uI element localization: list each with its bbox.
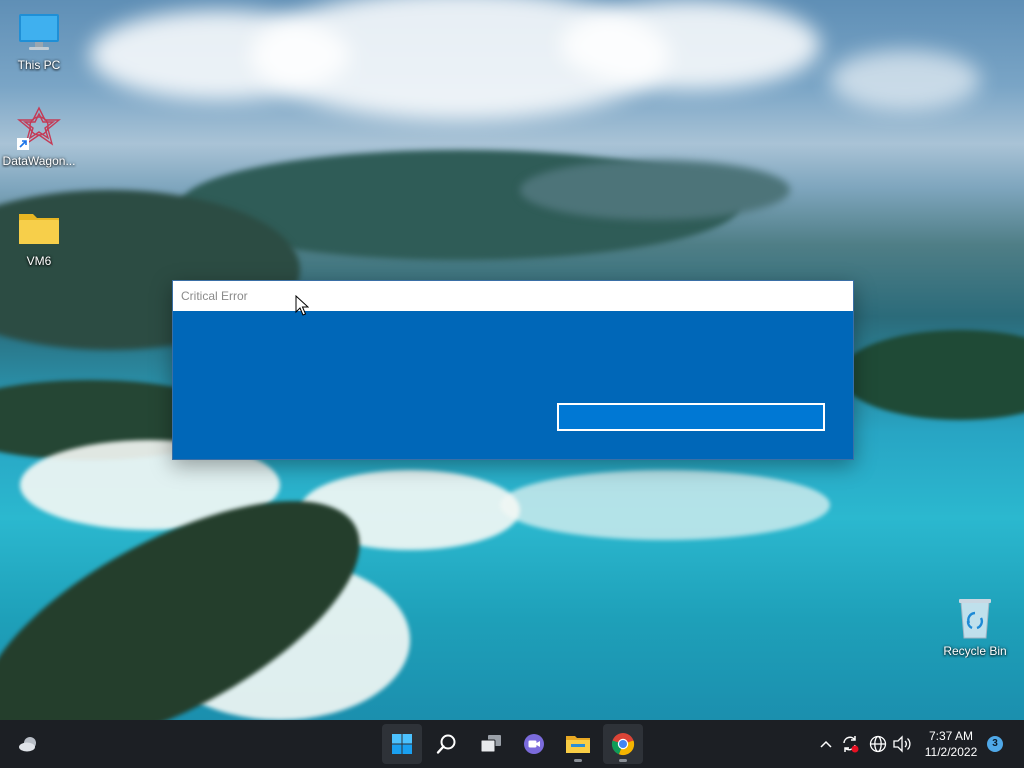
- weather-widget-icon[interactable]: [9, 724, 49, 764]
- monitor-icon: [17, 10, 61, 54]
- desktop-icon-vm6[interactable]: VM6: [1, 206, 77, 268]
- search-icon[interactable]: [427, 724, 467, 764]
- desktop-icon-label: DataWagon...: [2, 154, 76, 168]
- mouse-cursor-icon: [295, 294, 310, 317]
- desktop-icon-datawagon[interactable]: DataWagon...: [1, 106, 77, 168]
- recycle-bin-icon: [953, 596, 997, 640]
- task-view-icon[interactable]: [471, 724, 511, 764]
- desktop-icon-this-pc[interactable]: This PC: [1, 10, 77, 72]
- desktop-wallpaper: This PC DataWagon... VM6 Recycle Bin Cri…: [0, 0, 1024, 720]
- chrome-icon[interactable]: [603, 724, 643, 764]
- desktop-icon-label: VM6: [26, 254, 52, 268]
- chat-icon[interactable]: [514, 724, 554, 764]
- wallpaper-cloud: [830, 50, 980, 110]
- taskbar: 7:37 AM 11/2/2022 3: [0, 720, 1024, 768]
- dialog-action-button[interactable]: [557, 403, 825, 431]
- clock-date: 11/2/2022: [924, 745, 978, 759]
- desktop-icon-label: This PC: [17, 58, 61, 72]
- desktop-icon-recycle-bin[interactable]: Recycle Bin: [937, 596, 1013, 658]
- clock-time: 7:37 AM: [928, 729, 974, 743]
- volume-icon[interactable]: [892, 734, 912, 754]
- wallpaper-mountain: [520, 160, 790, 220]
- wallpaper-island: [840, 330, 1024, 420]
- show-hidden-icons-chevron-icon[interactable]: [816, 734, 836, 754]
- dialog-title: Critical Error: [173, 281, 853, 311]
- file-explorer-icon[interactable]: [558, 724, 598, 764]
- desktop-icon-label: Recycle Bin: [943, 644, 1007, 658]
- datawagon-app-icon: [17, 106, 61, 150]
- clock[interactable]: 7:37 AM 11/2/2022: [918, 728, 984, 760]
- sync-error-icon[interactable]: [840, 734, 860, 754]
- critical-error-dialog: Critical Error: [172, 280, 854, 460]
- dialog-body: [173, 311, 853, 459]
- network-globe-icon[interactable]: [868, 734, 888, 754]
- notification-count-badge[interactable]: 3: [987, 736, 1003, 752]
- folder-icon: [17, 206, 61, 250]
- windows-start-icon[interactable]: [382, 724, 422, 764]
- wallpaper-cloud: [560, 0, 820, 90]
- wallpaper-sandbar: [500, 470, 830, 540]
